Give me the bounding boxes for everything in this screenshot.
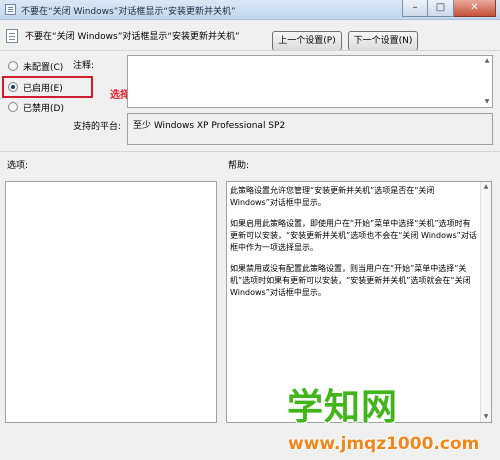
- help-label: 帮助:: [228, 161, 250, 171]
- help-paragraph: 如果禁用或没有配置此策略设置，则当用户在“开始”菜单中选择“关机”选项时如果有更…: [230, 264, 471, 297]
- minimize-button[interactable]: –: [402, 0, 428, 17]
- maximize-icon: □: [435, 2, 446, 13]
- supported-platform-box: 至少 Windows XP Professional SP2: [127, 113, 493, 145]
- window-title: 不要在“关闭 Windows”对话框显示“安装更新并关机”: [21, 7, 236, 17]
- policy-setting-icon: [6, 29, 18, 43]
- divider: [0, 151, 500, 152]
- title-bar: 不要在“关闭 Windows”对话框显示“安装更新并关机” – □ ✕: [0, 0, 500, 20]
- scroll-down-icon[interactable]: ▼: [482, 97, 492, 107]
- comment-textarea[interactable]: ▲ ▼: [127, 55, 493, 108]
- radio-button-icon[interactable]: [8, 61, 18, 71]
- divider: [0, 50, 500, 51]
- supported-platform-value: 至少 Windows XP Professional SP2: [133, 121, 286, 131]
- highlight-box: [2, 76, 93, 98]
- comment-label: 注释:: [73, 61, 95, 71]
- minimize-icon: –: [412, 2, 418, 13]
- close-button[interactable]: ✕: [454, 0, 496, 17]
- watermark-url: www.jmqz1000.com: [288, 434, 480, 454]
- previous-setting-button[interactable]: 上一个设置(P): [272, 31, 342, 51]
- watermark-logo: 学知网: [287, 387, 399, 428]
- radio-label-disabled: 已禁用(D): [23, 103, 64, 114]
- setting-header: 不要在“关闭 Windows”对话框显示“安装更新并关机”: [0, 22, 500, 48]
- radio-button-icon[interactable]: [8, 102, 18, 112]
- radio-disabled[interactable]: 已禁用(D): [8, 100, 64, 114]
- options-panel: [5, 181, 217, 423]
- help-paragraph: 如果启用此策略设置，即使用户在“开始”菜单中选择“关机”选项时有更新可以安装，“…: [230, 219, 477, 252]
- radio-label-not-configured: 未配置(C): [23, 62, 64, 73]
- setting-title: 不要在“关闭 Windows”对话框显示“安装更新并关机”: [25, 32, 240, 42]
- scroll-up-icon[interactable]: ▲: [482, 56, 492, 66]
- options-label: 选项:: [7, 161, 29, 171]
- maximize-button[interactable]: □: [428, 0, 454, 17]
- radio-not-configured[interactable]: 未配置(C): [8, 59, 63, 73]
- scroll-up-icon[interactable]: ▲: [481, 182, 491, 192]
- help-paragraph: 此策略设置允许您管理“安装更新并关机”选项是否在“关闭 Windows”对话框中…: [230, 186, 435, 207]
- supported-platform-label: 支持的平台:: [73, 122, 122, 132]
- policy-document-icon: [5, 4, 16, 15]
- window-controls: – □ ✕: [402, 0, 496, 18]
- help-scrollbar[interactable]: ▲ ▼: [480, 182, 491, 422]
- scroll-down-icon[interactable]: ▼: [481, 412, 491, 422]
- help-text: 此策略设置允许您管理“安装更新并关机”选项是否在“关闭 Windows”对话框中…: [230, 185, 478, 308]
- next-setting-button[interactable]: 下一个设置(N): [348, 31, 418, 51]
- close-icon: ✕: [470, 2, 479, 13]
